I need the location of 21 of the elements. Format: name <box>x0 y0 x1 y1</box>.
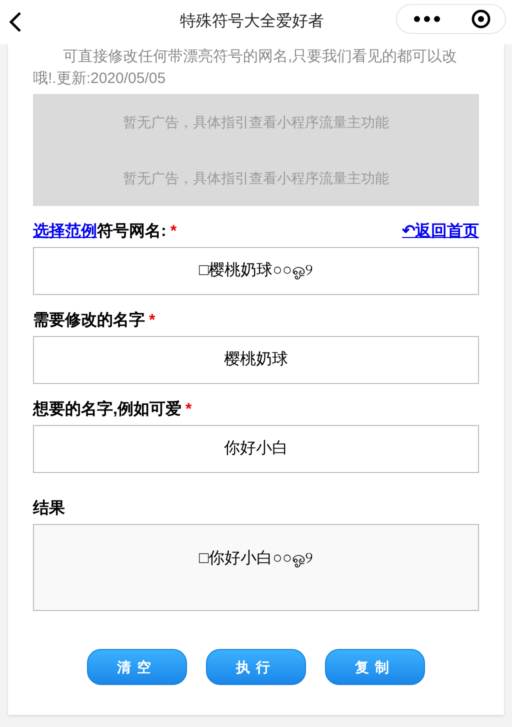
target-icon <box>470 9 490 29</box>
required-mark: * <box>185 400 192 420</box>
text-field[interactable]: 你好小白 <box>33 425 479 473</box>
capsule-button[interactable] <box>396 4 506 34</box>
field-label: 需要修改的名字 <box>33 310 145 331</box>
field-label: 符号网名: <box>97 222 166 242</box>
home-link[interactable]: ↶返回首页 <box>402 220 479 244</box>
result-box: □你好小白○○ஓ୨ <box>33 524 479 611</box>
text-field[interactable]: □樱桃奶球○○ஓ୨ <box>33 247 479 295</box>
required-mark: * <box>170 222 177 242</box>
more-icon <box>412 15 442 23</box>
text-field[interactable]: 樱桃奶球 <box>33 336 479 384</box>
required-mark: * <box>149 311 156 331</box>
example-link[interactable]: 选择范例 <box>33 220 97 244</box>
back-icon[interactable] <box>8 11 22 33</box>
ad-text: 暂无广告，具体指引查看小程序流量主功能 <box>123 168 389 188</box>
window-title: 特殊符号大全爱好者 <box>180 12 324 32</box>
result-label: 结果 <box>33 498 66 519</box>
field-label: 想要的名字,例如可爱 <box>33 399 182 420</box>
intro-text: 可直接修改任何带漂亮符号的网名,只要我们看见的都可以改哦!.更新:2020/05/05 <box>33 47 458 89</box>
ad-text: 暂无广告，具体指引查看小程序流量主功能 <box>123 112 389 132</box>
